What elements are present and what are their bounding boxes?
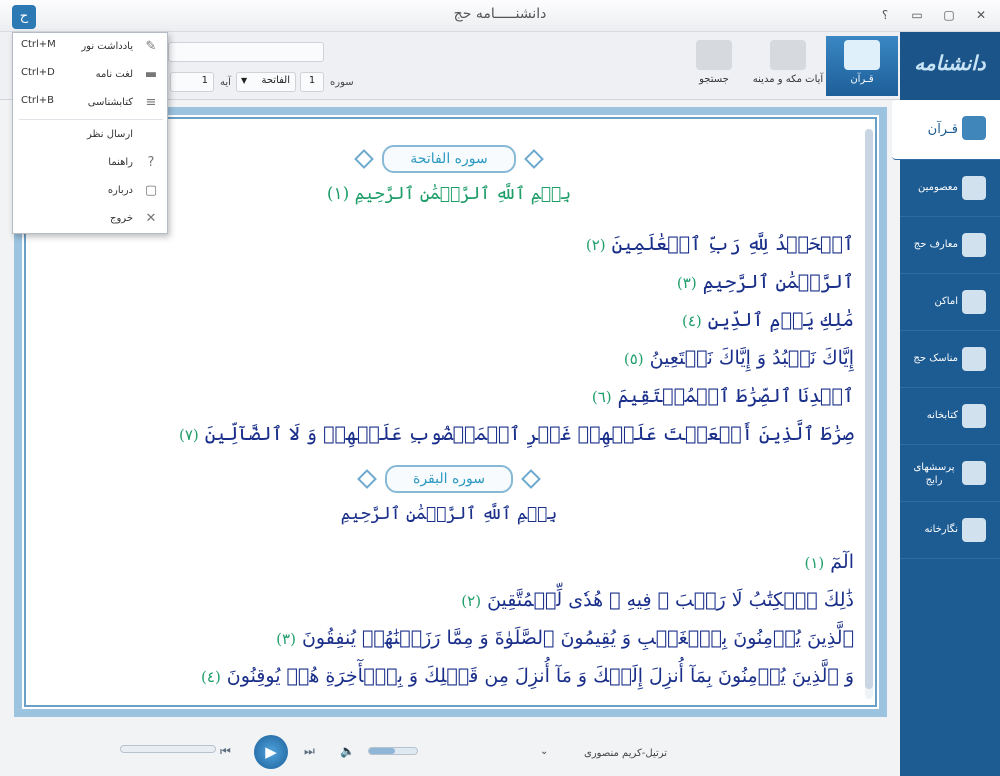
chevron-down-icon: ⌄: [540, 746, 549, 757]
title-bar: ح دانشنـــــامه حج ؟ ▭ ▢ ✕: [0, 0, 1000, 32]
menu-divider: [19, 119, 163, 120]
books-icon: ≡: [145, 95, 157, 110]
verse[interactable]: ٱهۡدِنَا ٱلصِّرَٰطَ ٱلۡمُسۡتَقِيمَ(٦): [44, 384, 854, 409]
volume-level: [369, 748, 396, 754]
play-button[interactable]: ▶: [254, 735, 288, 769]
minimize-button[interactable]: ▭: [908, 8, 926, 22]
sidebar: دانشنامه حج قـرآن معصومین معارف حج اماکن…: [892, 32, 1000, 776]
reciter-name: ترتیل-کریم منصوری: [584, 748, 668, 759]
quran-icon: [844, 40, 880, 70]
verse[interactable]: ٱلۡحَمۡدُ لِلَّهِ رَبِّ ٱلۡعَٰلَمِينَ(٢): [44, 232, 854, 257]
sura1-verses: ٱلۡحَمۡدُ لِلَّهِ رَبِّ ٱلۡعَٰلَمِينَ(٢)…: [44, 232, 854, 447]
scrollbar-thumb[interactable]: [865, 129, 873, 689]
search-input[interactable]: [168, 42, 324, 62]
book-icon: ▬: [144, 67, 158, 82]
info-icon: ▢: [144, 183, 158, 198]
search-toolbar-button[interactable]: جستجو: [678, 36, 750, 96]
sidebar-item-faq[interactable]: پرسشهای رایج: [900, 445, 1000, 502]
volume-slider[interactable]: [368, 747, 418, 755]
aye-label: آیه: [220, 77, 231, 88]
menu-item-notes[interactable]: Ctrl+M یادداشت نور ✎: [13, 33, 169, 61]
bismillah: بِسۡمِ ٱللَّهِ ٱلرَّحۡمَٰنِ ٱلرَّحِيمِ: [340, 504, 558, 524]
gallery-icon: [962, 518, 986, 542]
sura-select[interactable]: الفاتحة ▼: [236, 72, 296, 92]
previous-icon[interactable]: ⏮: [220, 744, 231, 759]
reciter-select[interactable]: ⌄ ترتیل-کریم منصوری: [540, 746, 700, 764]
sidebar-item-hajj-knowledge[interactable]: معارف حج: [900, 217, 1000, 274]
sura-title: سوره البقرة: [384, 465, 514, 493]
menu-item-about[interactable]: درباره ▢: [13, 177, 169, 205]
menu-item-bibliography[interactable]: Ctrl+B کتابشناسی ≡: [13, 89, 169, 117]
close-window-button[interactable]: ✕: [972, 8, 990, 22]
vertical-scrollbar[interactable]: [865, 129, 873, 699]
audio-player: ⏮ ▶ ⏭ 🔈: [70, 735, 460, 771]
verse[interactable]: وَ ٱلَّذِينَ يُؤۡمِنُونَ بِمَآ أُنزِلَ إ…: [44, 664, 854, 689]
sura-label: سوره: [330, 77, 354, 88]
sidebar-item-hajj-rites[interactable]: مناسک حج: [900, 331, 1000, 388]
menu-item-feedback[interactable]: ارسال نظر: [13, 121, 169, 149]
verse[interactable]: الٓمٓ(١): [44, 550, 855, 575]
kaaba-icon: [962, 233, 986, 257]
sidebar-logo: دانشنامه حج: [900, 32, 1000, 137]
library-icon: [962, 404, 986, 428]
sura2-verses: الٓمٓ(١) ذَٰلِكَ ٱلۡكِتَٰبُ لَا رَيۡبَ ۛ…: [44, 550, 854, 689]
verse[interactable]: مَٰلِكِ يَوۡمِ ٱلدِّينِ(٤): [44, 308, 854, 333]
quran-icon: [962, 116, 986, 140]
sidebar-item-gallery[interactable]: نگارخانه: [900, 502, 1000, 559]
sidebar-item-places[interactable]: اماکن: [900, 274, 1000, 331]
chevron-down-icon: ▼: [241, 76, 248, 85]
quran-toolbar-button[interactable]: قـرآن: [826, 36, 898, 96]
ornament-icon: [521, 468, 542, 489]
shrine-icon: [962, 176, 986, 200]
window-title: دانشنـــــامه حج: [453, 6, 547, 22]
mecca-medina-verses-button[interactable]: آیات مکه و مدینه: [752, 36, 824, 96]
volume-icon[interactable]: 🔈: [340, 744, 355, 758]
verse[interactable]: ٱلَّذِينَ يُؤۡمِنُونَ بِٱلۡغَيۡبِ وَ يُق…: [44, 626, 854, 651]
sura-title: سوره الفاتحة: [382, 145, 516, 173]
pilgrim-icon: [962, 347, 986, 371]
sidebar-item-masoumin[interactable]: معصومین: [900, 160, 1000, 217]
menu-item-help[interactable]: راهنما ?: [13, 149, 169, 177]
ornament-icon: [354, 148, 375, 169]
verse[interactable]: ذَٰلِكَ ٱلۡكِتَٰبُ لَا رَيۡبَ ۛ فِيهِ ۛ …: [44, 588, 854, 613]
sidebar-item-quran[interactable]: قـرآن: [892, 100, 1000, 160]
menu-item-dictionary[interactable]: Ctrl+D لغت نامه ▬: [13, 61, 169, 89]
sura-header: سوره البقرة: [44, 465, 854, 493]
sura-number-input[interactable]: 1: [300, 72, 324, 92]
help-button[interactable]: ؟: [876, 8, 894, 22]
next-icon[interactable]: ⏭: [304, 744, 315, 759]
ornament-icon: [356, 468, 377, 489]
minaret-icon: [962, 290, 986, 314]
menu-item-exit[interactable]: خروج ✕: [13, 205, 169, 233]
ornament-icon: [523, 148, 544, 169]
window-controls: ؟ ▭ ▢ ✕: [876, 8, 990, 22]
note-icon: ✎: [145, 39, 157, 54]
question-icon: [962, 461, 986, 485]
search-icon: [696, 40, 732, 70]
help-icon: ?: [147, 155, 155, 170]
close-icon: ✕: [145, 211, 157, 226]
play-icon: ▶: [265, 743, 277, 761]
verse[interactable]: إِيَّاكَ نَعۡبُدُ وَ إِيَّاكَ نَسۡتَعِين…: [44, 346, 854, 371]
mosque-icon: [770, 40, 806, 70]
maximize-button[interactable]: ▢: [940, 8, 958, 22]
seek-bar[interactable]: [120, 745, 216, 753]
verse[interactable]: ٱلرَّحۡمَٰنِ ٱلرَّحِيمِ(٣): [44, 270, 854, 295]
sidebar-item-library[interactable]: کتابخانه: [900, 388, 1000, 445]
verse[interactable]: صِرَٰطَ ٱلَّذِينَ أَنۡعَمۡتَ عَلَيۡهِمۡ …: [44, 422, 854, 447]
app-menu: Ctrl+M یادداشت نور ✎ Ctrl+D لغت نامه ▬ C…: [12, 32, 168, 234]
aye-number-input[interactable]: 1: [170, 72, 214, 92]
